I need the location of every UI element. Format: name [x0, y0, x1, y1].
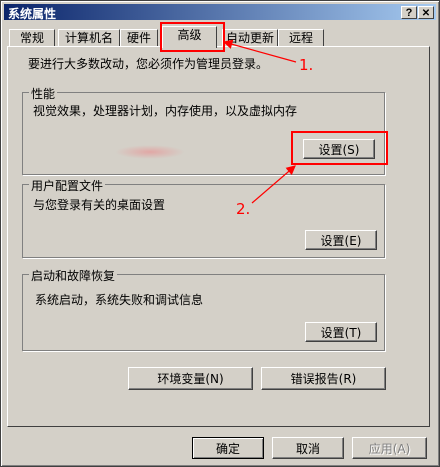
arrow-to-advanced-tab: [222, 39, 297, 63]
annotation-step-2: 2.: [236, 200, 251, 218]
annotation-arrows: [222, 39, 297, 204]
annotation-step-1: 1.: [299, 56, 314, 74]
arrow-to-settings-button: [251, 165, 296, 204]
